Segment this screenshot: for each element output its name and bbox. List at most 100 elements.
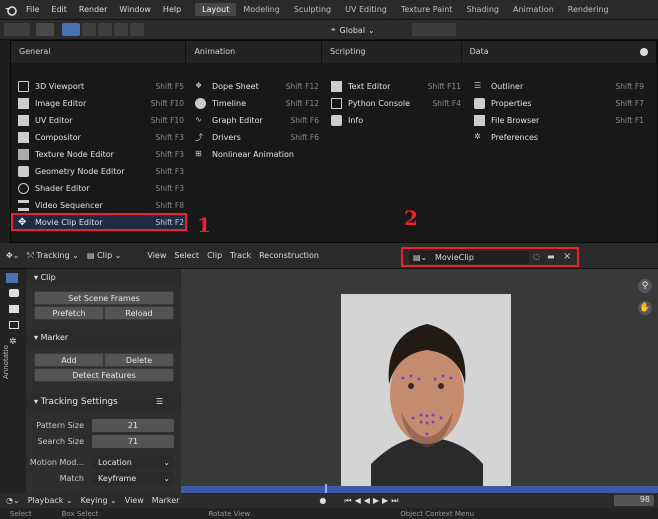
playback-dropdown[interactable]: Playback ⌄ — [28, 496, 73, 505]
menu-item-drivers[interactable]: ⤴ Drivers Shift F6 — [195, 129, 319, 146]
mode-dropdown[interactable]: ⤲ Tracking ⌄ — [27, 251, 79, 261]
menu-render[interactable]: Render — [73, 5, 113, 14]
match-dropdown[interactable]: Keyframe ⌄ — [92, 472, 174, 485]
zoom-icon[interactable]: ⚲ — [638, 279, 652, 293]
menu-edit[interactable]: Edit — [45, 5, 73, 14]
search-size-field[interactable]: 71 — [92, 435, 174, 448]
detect-features-button[interactable]: Detect Features — [34, 368, 174, 382]
gear-icon[interactable]: ✲ — [9, 337, 17, 347]
menu-item-file-browser[interactable]: File Browser Shift F1 — [474, 112, 644, 129]
clip-panel-header[interactable]: ▾ Clip — [26, 269, 181, 286]
menu-item-texture-node-editor[interactable]: Texture Node Editor Shift F3 — [18, 146, 184, 163]
select-mode-extend-icon[interactable] — [82, 23, 96, 36]
menu-item-dope-sheet[interactable]: ❖ Dope Sheet Shift F12 — [195, 78, 319, 95]
reload-button[interactable]: Reload — [104, 306, 174, 320]
editor-type-icon[interactable] — [4, 23, 30, 36]
menu-track[interactable]: Track — [230, 251, 251, 260]
menu-item-geometry-node-editor[interactable]: Geometry Node Editor Shift F3 — [18, 163, 184, 180]
pan-hand-icon[interactable]: ✋ — [638, 301, 652, 315]
keying-dropdown[interactable]: Keying ⌄ — [81, 496, 117, 505]
menu-item-properties[interactable]: Properties Shift F7 — [474, 95, 644, 112]
view-dropdown[interactable]: ▤ Clip ⌄ — [87, 251, 121, 260]
pivot-point-icon[interactable] — [384, 23, 408, 36]
menu-item-graph-editor[interactable]: ∿ Graph Editor Shift F6 — [195, 112, 319, 129]
prefetch-button[interactable]: Prefetch — [34, 306, 104, 320]
folder-icon[interactable]: ▬ — [547, 252, 555, 261]
presets-icon[interactable]: ☰ — [156, 397, 163, 406]
tab-modeling[interactable]: Modeling — [236, 3, 286, 16]
movieclip-browse-icon[interactable]: ▤⌄ — [413, 253, 427, 262]
menu-item-uv-editor[interactable]: UV Editor Shift F10 — [18, 112, 184, 129]
timeline-view-menu[interactable]: View — [125, 496, 144, 505]
tool-tab-icon[interactable] — [6, 273, 18, 283]
menu-item-image-editor[interactable]: Image Editor Shift F10 — [18, 95, 184, 112]
playback-controls-icon[interactable]: ⏮◀◀▶▶⏭ — [344, 496, 401, 506]
menu-view[interactable]: View — [147, 251, 166, 260]
close-icon[interactable]: × — [563, 251, 571, 262]
motion-model-dropdown[interactable]: Location ⌄ — [92, 456, 174, 469]
snapping-icon[interactable] — [412, 23, 456, 36]
timeline-marker-menu[interactable]: Marker — [152, 496, 180, 505]
tab-animation[interactable]: Animation — [506, 3, 561, 16]
shield-icon[interactable]: ◌ — [533, 252, 540, 261]
menu-clip[interactable]: Clip — [207, 251, 222, 260]
tracking-settings-header[interactable]: ▾ Tracking Settings ☰ — [26, 393, 181, 410]
annotation-tab[interactable]: Annotatio — [2, 345, 10, 379]
proportional-editing-icon[interactable] — [460, 23, 488, 36]
item-label: Nonlinear Animation — [212, 150, 294, 159]
add-marker-button[interactable]: Add — [34, 353, 104, 367]
menu-item-shader-editor[interactable]: Shader Editor Shift F3 — [18, 180, 184, 197]
tab-rendering[interactable]: Rendering — [561, 3, 616, 16]
timeline-editor-icon[interactable]: ◔⌄ — [6, 496, 20, 505]
editor-menu-header: General Animation Scripting Data — [11, 41, 657, 63]
3d-viewport-icon — [18, 81, 29, 92]
menu-item-compositor[interactable]: Compositor Shift F3 — [18, 129, 184, 146]
pin-icon[interactable] — [637, 46, 651, 58]
select-mode-new-icon[interactable] — [62, 23, 80, 36]
tab-uv-editing[interactable]: UV Editing — [338, 3, 394, 16]
menu-help[interactable]: Help — [157, 5, 187, 14]
editor-type-button[interactable]: ✥⌄ — [6, 251, 19, 260]
chevron-down-icon: ⌄ — [163, 474, 170, 483]
menu-item-3d-viewport[interactable]: 3D Viewport Shift F5 — [18, 78, 184, 95]
camera-icon[interactable] — [9, 289, 19, 297]
select-mode-subtract-icon[interactable] — [98, 23, 112, 36]
tab-shading[interactable]: Shading — [459, 3, 506, 16]
current-frame-field[interactable]: 98 — [614, 495, 654, 506]
menu-item-timeline[interactable]: Timeline Shift F12 — [195, 95, 319, 112]
marker-panel-header[interactable]: ▾ Marker — [26, 329, 181, 346]
item-shortcut: Shift F3 — [155, 184, 184, 193]
menu-item-movie-clip-editor[interactable]: ✥ Movie Clip Editor Shift F2 — [18, 214, 184, 231]
blender-logo-icon[interactable] — [2, 3, 20, 17]
menu-item-info[interactable]: Info — [331, 112, 461, 129]
menu-item-outliner[interactable]: ☰ Outliner Shift F9 — [474, 78, 644, 95]
image-icon[interactable] — [9, 321, 19, 329]
menu-item-python-console[interactable]: Python Console Shift F4 — [331, 95, 461, 112]
select-tool-icon[interactable] — [36, 23, 54, 36]
select-mode-intersect-icon[interactable] — [130, 23, 144, 36]
movieclip-name-field[interactable]: ▤⌄ MovieClip — [409, 251, 529, 264]
menu-item-preferences[interactable]: ✲ Preferences — [474, 129, 644, 146]
tab-sculpting[interactable]: Sculpting — [287, 3, 338, 16]
playhead[interactable] — [325, 484, 327, 493]
tab-texture-paint[interactable]: Texture Paint — [394, 3, 460, 16]
item-shortcut: Shift F9 — [615, 82, 644, 91]
delete-marker-button[interactable]: Delete — [104, 353, 174, 367]
menu-reconstruction[interactable]: Reconstruction — [259, 251, 319, 260]
set-scene-frames-button[interactable]: Set Scene Frames — [34, 291, 174, 305]
item-shortcut: Shift F1 — [615, 116, 644, 125]
menu-file[interactable]: File — [20, 5, 45, 14]
timeline-scrub-bar[interactable] — [181, 486, 658, 493]
record-icon[interactable]: ● — [319, 496, 326, 505]
pattern-size-field[interactable]: 21 — [92, 419, 174, 432]
menu-item-text-editor[interactable]: Text Editor Shift F11 — [331, 78, 461, 95]
menu-item-nonlinear-animation[interactable]: ⊞ Nonlinear Animation — [195, 146, 319, 163]
transform-orientation-dropdown[interactable]: ⌖ Global ⌄ — [327, 23, 379, 37]
tab-layout[interactable]: Layout — [195, 3, 237, 16]
menu-select[interactable]: Select — [174, 251, 199, 260]
item-label: Geometry Node Editor — [35, 167, 125, 176]
video-icon[interactable] — [9, 305, 19, 313]
menu-window[interactable]: Window — [113, 5, 157, 14]
menu-item-video-sequencer[interactable]: Video Sequencer Shift F8 — [18, 197, 184, 214]
select-mode-invert-icon[interactable] — [114, 23, 128, 36]
